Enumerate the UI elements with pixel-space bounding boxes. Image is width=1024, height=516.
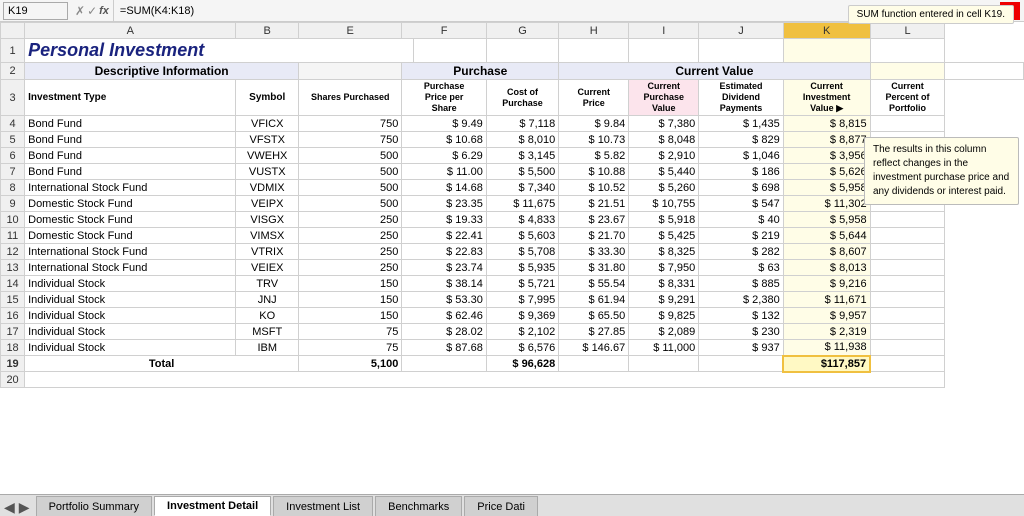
table-row: 17 Individual Stock MSFT 75 $ 28.02 $ 2,… <box>1 324 1024 340</box>
sum-tooltip: SUM function entered in cell K19. <box>848 5 1014 24</box>
total-cost: $ 96,628 <box>486 356 558 372</box>
formula-text: =SUM(K4:K18) <box>120 5 194 17</box>
col-header-j[interactable]: J <box>699 23 783 39</box>
table-row: 16 Individual Stock KO 150 $ 62.46 $ 9,3… <box>1 308 1024 324</box>
table-row: 13 International Stock Fund VEIEX 250 $ … <box>1 260 1024 276</box>
column-header-row: A B E F G H I J K L <box>1 23 1024 39</box>
tab-nav-left[interactable]: ◀ <box>4 499 15 516</box>
table-row: 12 International Stock Fund VTRIX 250 $ … <box>1 244 1024 260</box>
col-header-h[interactable]: H <box>559 23 629 39</box>
cell-reference-box[interactable]: K19 <box>3 2 68 20</box>
table-row: 14 Individual Stock TRV 150 $ 38.14 $ 5,… <box>1 276 1024 292</box>
col-purchase-price-per-share: PurchasePrice perShare <box>402 80 486 116</box>
title-row: 1 Personal Investment <box>1 39 1024 63</box>
spreadsheet: A B E F G H I J K L 1 Personal Inves <box>0 22 1024 492</box>
corner-cell <box>1 23 25 39</box>
col-current-investment-value: CurrentInvestmentValue ▶ <box>783 80 870 116</box>
tab-investment-detail[interactable]: Investment Detail <box>154 496 271 516</box>
table-row: 10 Domestic Stock Fund VISGX 250 $ 19.33… <box>1 212 1024 228</box>
total-row: 19 Total 5,100 $ 96,628 $117,85 <box>1 356 1024 372</box>
cell-ref-value: K19 <box>8 5 28 17</box>
table-row: 18 Individual Stock IBM 75 $ 87.68 $ 6,5… <box>1 340 1024 356</box>
row-header-2: 2 <box>1 63 25 80</box>
table-row: 4 Bond Fund VFICX 750 $ 9.49 $ 7,118 $ 9… <box>1 116 1024 132</box>
tab-investment-list[interactable]: Investment List <box>273 496 373 516</box>
tab-benchmarks[interactable]: Benchmarks <box>375 496 462 516</box>
col-header-b[interactable]: B <box>236 23 299 39</box>
col-estimated-dividend: EstimatedDividendPayments <box>699 80 783 116</box>
col-header-e[interactable]: E <box>299 23 402 39</box>
tab-bar: ◀ ▶ Portfolio Summary Investment Detail … <box>0 494 1024 516</box>
formula-icon-x[interactable]: ✗ <box>75 4 85 18</box>
col-header-g[interactable]: G <box>486 23 558 39</box>
k-column-callout: The results in this column reflect chang… <box>864 137 1019 205</box>
tab-price-data[interactable]: Price Dati <box>464 496 538 516</box>
section-header-row: 2 Descriptive Information Purchase Curre… <box>1 63 1024 80</box>
current-value-header: Current Value <box>559 63 870 80</box>
table-row: 11 Domestic Stock Fund VIMSX 250 $ 22.41… <box>1 228 1024 244</box>
col-symbol: Symbol <box>236 80 299 116</box>
column-subheader-row: 3 Investment Type Symbol Shares Purchase… <box>1 80 1024 116</box>
table-row: 15 Individual Stock JNJ 150 $ 53.30 $ 7,… <box>1 292 1024 308</box>
spreadsheet-title: Personal Investment <box>25 39 414 63</box>
row-header-1: 1 <box>1 39 25 63</box>
total-shares: 5,100 <box>299 356 402 372</box>
col-shares-purchased: Shares Purchased <box>299 80 402 116</box>
data-table: A B E F G H I J K L 1 Personal Inves <box>0 22 1024 388</box>
col-cost-of-purchase: Cost ofPurchase <box>486 80 558 116</box>
col-header-i[interactable]: I <box>629 23 699 39</box>
formula-icon-fx[interactable]: fx <box>99 5 109 17</box>
col-header-a[interactable]: A <box>25 23 236 39</box>
total-label: Total <box>25 356 299 372</box>
col-header-l[interactable]: L <box>870 23 945 39</box>
empty-row-20: 20 <box>1 372 1024 388</box>
purchase-header: Purchase <box>402 63 559 80</box>
descriptive-header: Descriptive Information <box>25 63 299 80</box>
tab-portfolio-summary[interactable]: Portfolio Summary <box>36 496 152 516</box>
tab-nav-right[interactable]: ▶ <box>19 499 30 516</box>
col-current-price: CurrentPrice <box>559 80 629 116</box>
row-header-19: 19 <box>1 356 25 372</box>
col-header-k[interactable]: K <box>783 23 870 39</box>
row-header-3: 3 <box>1 80 25 116</box>
col-current-percent: CurrentPercent ofPortfolio <box>870 80 945 116</box>
formula-bar: K19 ✗ ✓ fx =SUM(K4:K18) ◀ SUM function e… <box>0 0 1024 22</box>
total-investment-value[interactable]: $117,857 <box>783 356 870 372</box>
col-investment-type: Investment Type <box>25 80 236 116</box>
col-current-purchase-value: CurrentPurchaseValue <box>629 80 699 116</box>
col-header-f[interactable]: F <box>402 23 486 39</box>
formula-icons-area: ✗ ✓ fx <box>71 0 114 21</box>
formula-icon-check[interactable]: ✓ <box>87 4 97 18</box>
